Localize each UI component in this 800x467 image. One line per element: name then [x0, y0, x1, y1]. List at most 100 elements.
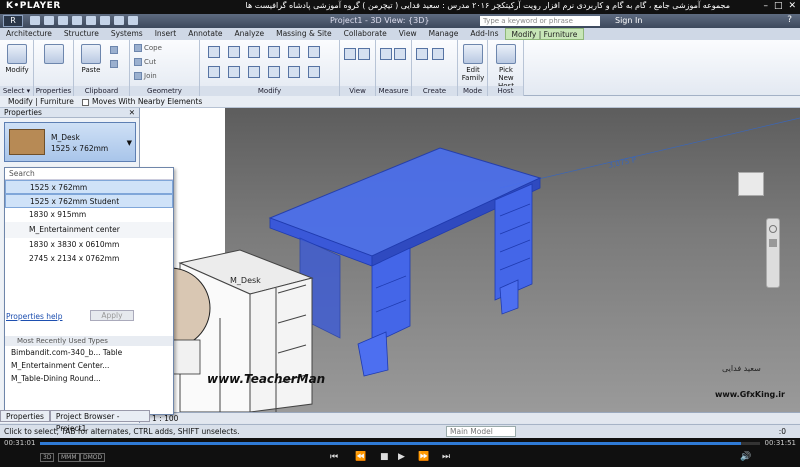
save-icon[interactable]	[44, 16, 54, 25]
tab-collaborate[interactable]: Collaborate	[338, 28, 393, 40]
tab-massing-site[interactable]: Massing & Site	[270, 28, 338, 40]
copy-icon[interactable]	[110, 46, 120, 54]
cope-button[interactable]: Cope	[134, 44, 162, 52]
minimize-icon[interactable]: –	[763, 1, 768, 11]
list-item[interactable]: 1830 x 915mm	[5, 208, 173, 222]
tab-modify-furniture[interactable]: Modify | Furniture	[504, 28, 585, 40]
list-item[interactable]: 1525 x 762mm Student	[5, 194, 173, 208]
revit-app-button[interactable]: R	[3, 15, 23, 27]
modify-button[interactable]: Modify	[2, 44, 32, 84]
moves-with-nearby-checkbox[interactable]: Moves With Nearby Elements	[82, 96, 202, 108]
badge-dmod[interactable]: DMOD	[80, 453, 106, 462]
signin-button[interactable]: Sign In	[615, 16, 642, 25]
scale-icon[interactable]	[288, 66, 300, 78]
copy-element-icon[interactable]	[308, 46, 320, 58]
mirror-axis-icon[interactable]	[248, 46, 260, 58]
prev-icon[interactable]: ⏮	[330, 452, 338, 462]
next-icon[interactable]: ⏭	[442, 452, 450, 462]
player-logo: K•PLAYER	[6, 1, 61, 11]
list-item[interactable]: 2745 x 2134 x 0762mm	[5, 252, 173, 266]
search-input[interactable]: Type a keyword or phrase	[480, 16, 600, 26]
split-icon[interactable]	[248, 66, 260, 78]
main-model-select[interactable]: Main Model	[446, 426, 516, 437]
dimension-icon[interactable]	[394, 48, 406, 60]
volume-icon[interactable]: 🔊	[740, 452, 751, 462]
group-mode: Edit Family Mode	[458, 40, 488, 96]
mirror-draw-icon[interactable]	[268, 46, 280, 58]
move-icon[interactable]	[288, 46, 300, 58]
offset-icon[interactable]	[228, 46, 240, 58]
group-create: Create	[412, 40, 458, 96]
stop-icon[interactable]: ■	[380, 452, 389, 462]
align-icon[interactable]	[208, 46, 220, 58]
join-button[interactable]: Join	[134, 72, 157, 80]
override-icon[interactable]	[358, 48, 370, 60]
cut-icon[interactable]	[110, 60, 120, 68]
tab-systems[interactable]: Systems	[105, 28, 149, 40]
close-icon[interactable]: ✕	[788, 1, 796, 11]
list-item[interactable]: 1830 x 3830 x 0610mm	[5, 238, 173, 252]
create-assembly-icon[interactable]	[416, 48, 428, 60]
badge-mmm[interactable]: MMM	[58, 453, 80, 462]
pick-new-host-button[interactable]: Pick New Host	[491, 44, 521, 90]
measure-tool-icon[interactable]	[380, 48, 392, 60]
type-selector[interactable]: M_Desk 1525 x 762mm ▼	[4, 122, 136, 162]
3d-view-icon[interactable]	[128, 16, 138, 25]
list-item[interactable]: M_Table-Dining Round...	[5, 372, 173, 385]
array-icon[interactable]	[268, 66, 280, 78]
tab-add-ins[interactable]: Add-Ins	[464, 28, 504, 40]
zoom-icon[interactable]	[769, 239, 777, 247]
group-label-select[interactable]: Select ▾	[0, 86, 33, 96]
close-icon[interactable]: ✕	[129, 108, 135, 118]
create-parts-icon[interactable]	[432, 48, 444, 60]
teacherman-overlay-space	[5, 266, 173, 336]
measure-icon[interactable]	[100, 16, 110, 25]
open-icon[interactable]	[30, 16, 40, 25]
ribbon-tabs: Architecture Structure Systems Insert An…	[0, 28, 800, 40]
tab-architecture[interactable]: Architecture	[0, 28, 58, 40]
paste-button[interactable]: Paste	[76, 44, 106, 84]
properties-help-link[interactable]: Properties help	[6, 312, 63, 321]
apply-button[interactable]: Apply	[90, 310, 134, 321]
tab-project-browser[interactable]: Project Browser - Project1	[49, 410, 150, 433]
pin-icon[interactable]	[308, 66, 320, 78]
text-icon[interactable]	[114, 16, 124, 25]
play-icon[interactable]: ▶	[398, 452, 405, 462]
steering-wheel-icon[interactable]	[769, 225, 777, 233]
tab-view[interactable]: View	[393, 28, 423, 40]
dropdown-search-input[interactable]: Search	[5, 168, 173, 180]
cut-geometry-button[interactable]: Cut	[134, 58, 156, 66]
hide-icon[interactable]	[344, 48, 356, 60]
group-measure: Measure	[376, 40, 412, 96]
3d-viewport[interactable]: 3,075 P M_Desk www.TeacherMan سعید فدایی…	[140, 108, 800, 412]
properties-button[interactable]	[39, 44, 69, 84]
tab-analyze[interactable]: Analyze	[229, 28, 271, 40]
tab-properties[interactable]: Properties	[0, 410, 50, 422]
tab-insert[interactable]: Insert	[149, 28, 183, 40]
badge-3d[interactable]: 3D	[40, 453, 55, 462]
tab-annotate[interactable]: Annotate	[182, 28, 228, 40]
list-item[interactable]: M_Entertainment Center...	[5, 359, 173, 372]
tab-structure[interactable]: Structure	[58, 28, 105, 40]
group-view: View	[340, 40, 376, 96]
tab-manage[interactable]: Manage	[423, 28, 465, 40]
rotate-icon[interactable]	[208, 66, 220, 78]
group-label-measure: Measure	[376, 86, 411, 96]
navigation-bar[interactable]	[766, 218, 780, 288]
list-item[interactable]: Bimbandit.com-340_b... Table	[5, 346, 173, 359]
help-icon[interactable]: ?	[787, 15, 792, 25]
undo-icon[interactable]	[58, 16, 68, 25]
print-icon[interactable]	[86, 16, 96, 25]
viewcube-icon[interactable]	[738, 172, 764, 196]
rewind-icon[interactable]: ⏪	[355, 452, 366, 462]
maximize-icon[interactable]: □	[774, 1, 783, 11]
properties-icon	[44, 44, 64, 64]
list-item[interactable]: 1525 x 762mm	[5, 180, 173, 194]
seek-bar[interactable]	[40, 442, 760, 445]
trim-icon[interactable]	[228, 66, 240, 78]
redo-icon[interactable]	[72, 16, 82, 25]
chevron-down-icon[interactable]: ▼	[127, 139, 132, 147]
edit-family-button[interactable]: Edit Family	[458, 44, 488, 84]
group-label-create: Create	[412, 86, 457, 96]
forward-icon[interactable]: ⏩	[418, 452, 429, 462]
